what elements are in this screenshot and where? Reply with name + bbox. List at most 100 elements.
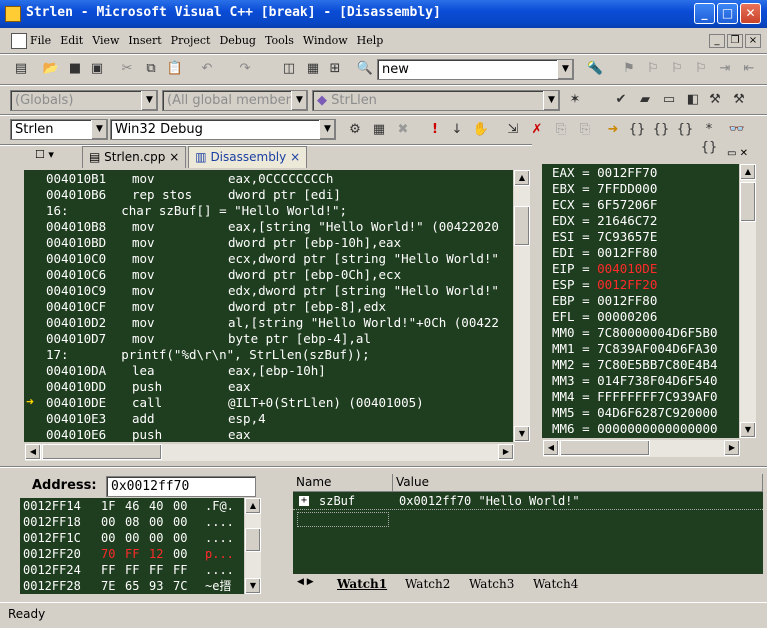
menu-window[interactable]: Window [303,34,348,47]
watch-row[interactable]: + szBuf 0x0012ff70 "Hello World!" [293,492,763,510]
scroll-up-icon[interactable]: ▲ [514,170,530,186]
menu-project[interactable]: Project [171,34,211,47]
menu-edit[interactable]: Edit [60,34,83,47]
tab-watch1[interactable]: Watch1 [337,577,387,591]
mdi-minimize-button[interactable]: _ [709,34,725,48]
scroll-right-icon[interactable]: ▶ [498,444,514,460]
chevron-down-icon[interactable]: ▼ [291,91,307,110]
stop-debugging-icon[interactable]: ✗ [528,121,546,139]
globals-combo[interactable]: (Globals) ▼ [10,90,158,111]
show-next-statement-icon[interactable]: ➜ [604,121,622,139]
config-combo[interactable]: Win32 Debug ▼ [110,119,336,140]
tab-watch3[interactable]: Watch3 [469,577,514,591]
window-menu-icon[interactable]: ☐ ▾ [35,148,63,166]
quickwatch-icon[interactable]: 👓 [728,121,746,139]
workspace-window-icon[interactable]: ◫ [280,60,298,78]
clear-bookmarks-icon[interactable]: ⚐ [692,60,710,78]
menu-tools[interactable]: Tools [265,34,294,47]
undo-icon[interactable]: ↶ [198,60,216,78]
chevron-down-icon[interactable]: ▼ [557,60,573,79]
find-in-files-icon[interactable]: 🔍 [356,60,374,78]
scroll-thumb[interactable] [42,444,162,460]
pane-buttons[interactable]: ▭ ✕ [727,148,748,159]
scroll-thumb[interactable] [560,440,650,456]
menu-insert[interactable]: Insert [128,34,161,47]
scroll-down-icon[interactable]: ▼ [245,578,261,594]
vertical-scrollbar[interactable]: ▲ ▼ [513,170,530,442]
chevron-down-icon[interactable]: ▼ [543,91,559,110]
close-icon[interactable]: × [169,150,179,164]
step-out-icon[interactable]: {} [676,121,694,139]
wizard-wand-icon[interactable]: ✶ [566,91,584,109]
watch-name-column[interactable]: Name [293,474,393,492]
tab-strlen-cpp[interactable]: ▤ Strlen.cpp × [82,146,187,168]
redo-icon[interactable]: ↷ [236,60,254,78]
prev-bookmark-icon[interactable]: ⚐ [668,60,686,78]
tools-icon[interactable]: ⚒ [706,91,724,109]
scroll-up-icon[interactable]: ▲ [245,498,261,514]
disassembly-view[interactable]: 004010B1 mov eax,0CCCCCCCCh 004010B6 rep st… [24,170,513,442]
chevron-down-icon[interactable]: ▼ [141,91,157,110]
next-bookmark-icon[interactable]: ⚐ [644,60,662,78]
copy-icon[interactable]: ⧉ [142,60,160,78]
compile-icon[interactable]: ⚙ [346,121,364,139]
tab-watch4[interactable]: Watch4 [533,577,578,591]
horizontal-scrollbar[interactable]: ◀ ▶ [542,440,740,457]
watch-value-column[interactable]: Value [393,474,763,492]
scroll-up-icon[interactable]: ▲ [740,164,756,180]
step-over-icon[interactable]: {} [652,121,670,139]
horizontal-scrollbar[interactable]: ◀ ▶ [24,444,514,461]
open-folder-icon[interactable]: 📂 [42,60,60,78]
cut-icon[interactable]: ✂ [118,60,136,78]
menu-view[interactable]: View [92,34,119,47]
class-wizard-icon[interactable]: ✔ [612,91,630,109]
registers-view[interactable]: EAX = 0012FF70 EBX = 7FFDD000 ECX = 6F57… [542,164,739,438]
indent-icon[interactable]: ⇥ [716,60,734,78]
menu-help[interactable]: Help [357,34,384,47]
extra-icon[interactable]: ⚒ [730,91,748,109]
new-watch-entry[interactable] [297,512,389,527]
expand-icon[interactable]: + [299,496,309,506]
find-combo[interactable]: new ▼ [377,59,574,80]
members-combo[interactable]: (All global members ▼ [162,90,308,111]
save-icon[interactable]: ■ [66,60,84,78]
project-combo[interactable]: Strlen ▼ [10,119,108,140]
workspace-icon[interactable]: ▤ [12,60,30,78]
breakpoint-hand-icon[interactable]: ✋ [472,121,490,139]
stop-build-icon[interactable]: ✖ [394,121,412,139]
vertical-scrollbar[interactable]: ▲ ▼ [244,498,261,594]
menu-file[interactable]: File [30,34,51,47]
scroll-down-icon[interactable]: ▼ [514,426,530,442]
tab-scroll-icon[interactable]: ◀ ▶ [297,577,314,587]
scroll-thumb[interactable] [740,182,756,222]
tab-disassembly[interactable]: ▥ Disassembly × [188,146,308,168]
apply-changes-icon[interactable]: ⎘ [576,121,594,139]
scroll-left-icon[interactable]: ◀ [543,440,559,456]
close-button[interactable]: ✕ [740,3,761,24]
tab-watch2[interactable]: Watch2 [405,577,450,591]
scroll-down-icon[interactable]: ▼ [740,422,756,438]
chevron-down-icon[interactable]: ▼ [91,120,107,139]
close-icon[interactable]: × [290,150,300,164]
restart-icon[interactable]: ⇲ [504,121,522,139]
output-window-icon[interactable]: ▦ [304,60,322,78]
address-input[interactable]: 0x0012ff70 [106,476,256,497]
function-combo[interactable]: ◆ StrLlen ▼ [312,90,560,111]
scroll-thumb[interactable] [514,206,530,246]
folder-icon[interactable]: ▰ [636,91,654,109]
go-icon[interactable]: ↓ [448,121,466,139]
step-into-icon[interactable]: {} [628,121,646,139]
save-all-icon[interactable]: ▣ [88,60,106,78]
maximize-button[interactable]: □ [717,3,738,24]
minimize-button[interactable]: _ [694,3,715,24]
resource-icon[interactable]: ◧ [684,91,702,109]
run-to-cursor-icon[interactable]: *{} [700,121,718,155]
mdi-restore-button[interactable]: ❐ [727,34,743,48]
outdent-icon[interactable]: ⇤ [740,60,758,78]
chevron-down-icon[interactable]: ▼ [319,120,335,139]
scroll-right-icon[interactable]: ▶ [724,440,740,456]
mdi-close-button[interactable]: × [745,34,761,48]
browse-icon[interactable]: ▭ [660,91,678,109]
vertical-scrollbar[interactable]: ▲ ▼ [739,164,756,438]
menu-debug[interactable]: Debug [219,34,256,47]
